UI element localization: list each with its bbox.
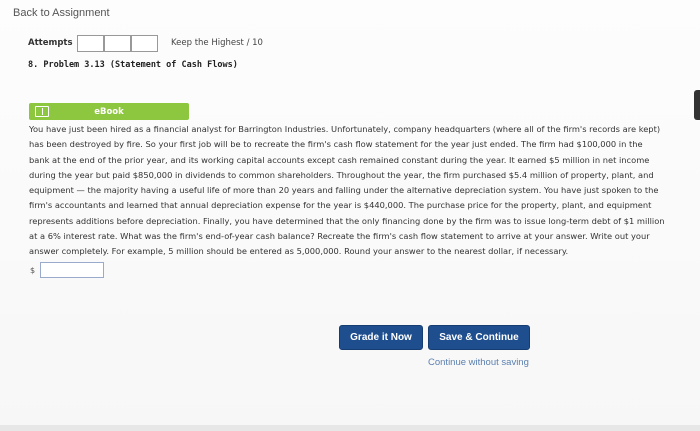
side-panel-tab[interactable] [694,90,700,120]
keep-highest-label: Keep the Highest / 10 [171,38,263,48]
attempts-label: Attempts [28,38,73,48]
problem-text: You have just been hired as a financial … [29,124,665,257]
answer-input[interactable] [40,262,104,278]
currency-label: $ [30,265,36,275]
attempt-boxes [76,34,158,52]
problem-title: 8. Problem 3.13 (Statement of Cash Flows… [28,60,238,70]
attempt-box-2 [103,34,131,52]
assignment-page: Back to Assignment Attempts Keep the Hig… [0,0,700,431]
attempt-box-3 [130,34,158,52]
ebook-button[interactable]: eBook [29,103,189,120]
grade-it-now-button[interactable]: Grade it Now [339,325,423,350]
answer-row: $ [30,262,104,278]
ebook-label: eBook [94,106,124,117]
bottom-divider [0,425,700,431]
back-to-assignment-link[interactable]: Back to Assignment [13,7,110,19]
attempt-box-1 [76,34,104,52]
attempts-row: Attempts [28,34,158,52]
continue-without-saving-link[interactable]: Continue without saving [428,357,529,368]
save-and-continue-button[interactable]: Save & Continue [428,325,530,350]
